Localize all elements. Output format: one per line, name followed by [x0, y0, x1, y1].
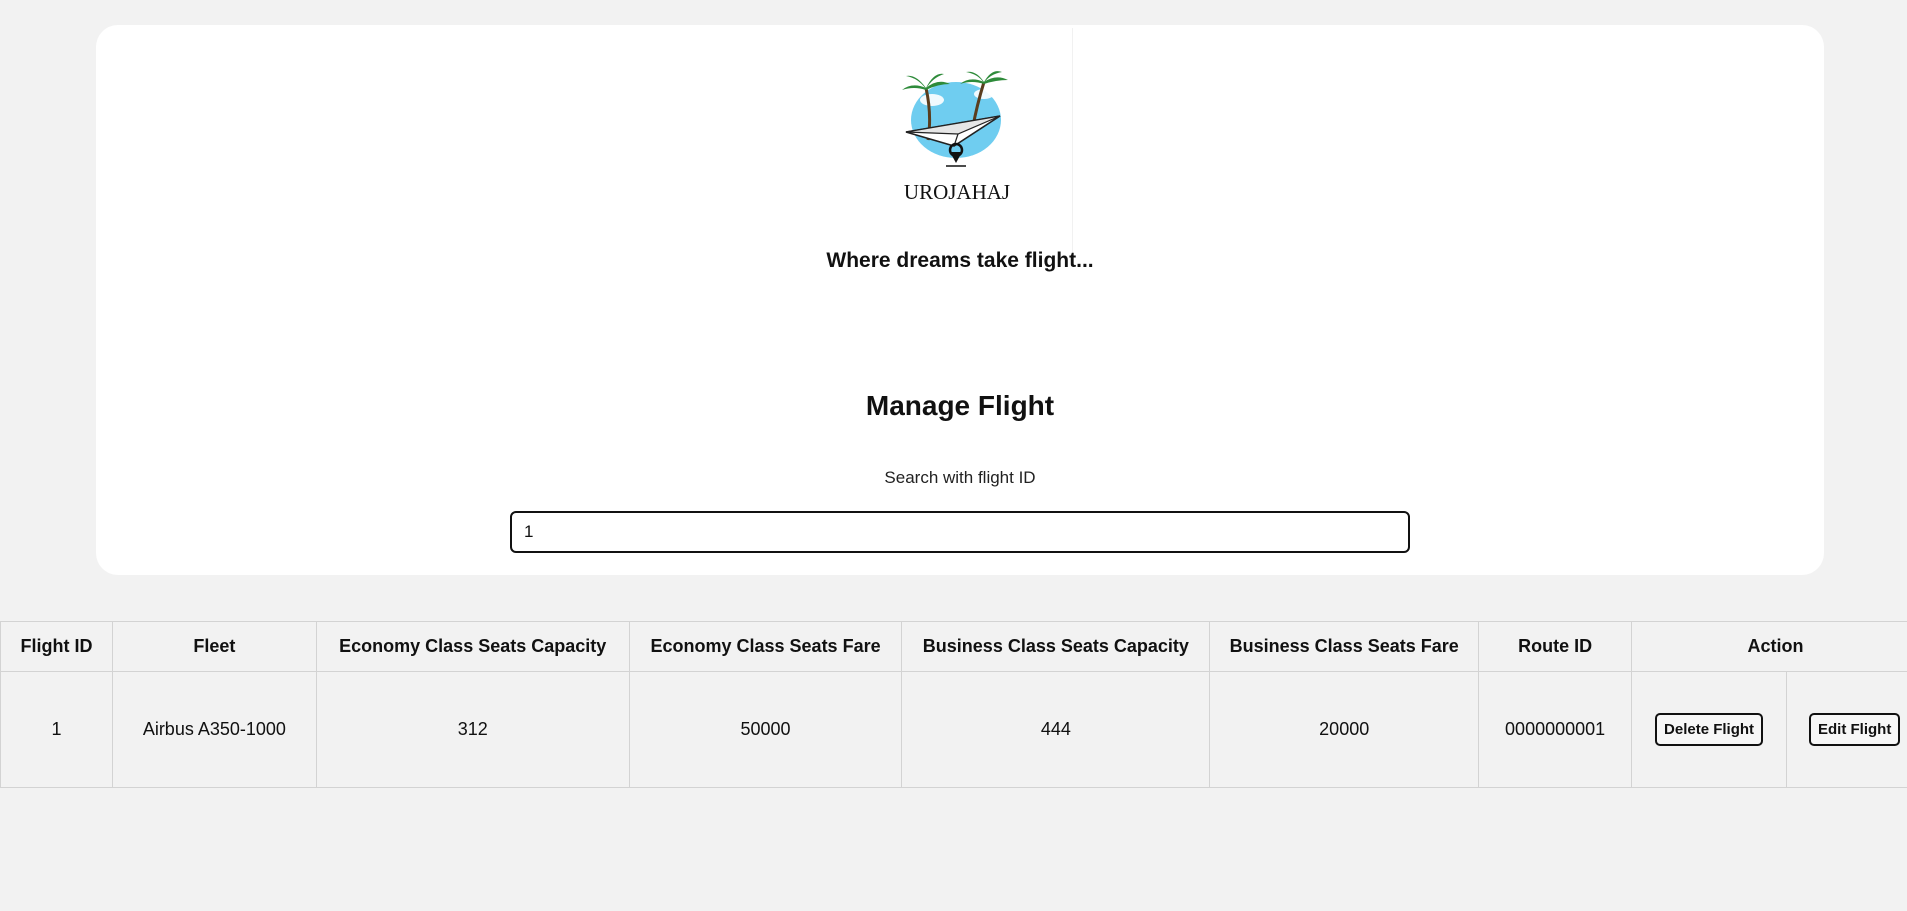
- header-econ-capacity: Economy Class Seats Capacity: [315, 621, 630, 672]
- cell-bus-fare: 20000: [1209, 671, 1480, 788]
- search-label: Search with flight ID: [884, 468, 1036, 487]
- header-bus-fare: Business Class Seats Fare: [1209, 621, 1480, 672]
- header-bus-capacity: Business Class Seats Capacity: [901, 621, 1211, 672]
- brand-tagline: Where dreams take flight...: [826, 249, 1094, 272]
- table-row: 1 Airbus A350-1000 312 50000 444 20000 0…: [0, 671, 1907, 788]
- cell-edit-action: Edit Flight: [1786, 671, 1907, 788]
- header-econ-fare: Economy Class Seats Fare: [628, 621, 903, 672]
- flight-id-search-input[interactable]: [510, 511, 1410, 553]
- edit-flight-button[interactable]: Edit Flight: [1809, 713, 1901, 746]
- header-route-id: Route ID: [1478, 621, 1633, 672]
- header-action: Action: [1631, 621, 1907, 672]
- cell-econ-fare: 50000: [628, 671, 903, 788]
- cell-flight-id: 1: [0, 671, 113, 788]
- urojahaj-logo: UROJAHAJ: [902, 71, 1010, 204]
- flights-table: Flight ID Fleet Economy Class Seats Capa…: [0, 621, 1907, 788]
- brand-wordmark: UROJAHAJ: [904, 180, 1010, 204]
- delete-flight-button[interactable]: Delete Flight: [1655, 713, 1764, 746]
- divider: [1072, 28, 1073, 253]
- table-header-row: Flight ID Fleet Economy Class Seats Capa…: [0, 621, 1907, 672]
- cell-delete-action: Delete Flight: [1631, 671, 1787, 788]
- cell-bus-capacity: 444: [901, 671, 1211, 788]
- page: UROJAHAJ Where dreams take flight... Man…: [0, 0, 1907, 911]
- cell-econ-capacity: 312: [315, 671, 630, 788]
- header-fleet: Fleet: [111, 621, 317, 672]
- header-flight-id: Flight ID: [0, 621, 113, 672]
- page-title: Manage Flight: [865, 390, 1055, 421]
- cell-fleet: Airbus A350-1000: [111, 671, 317, 788]
- cell-route-id: 0000000001: [1478, 671, 1633, 788]
